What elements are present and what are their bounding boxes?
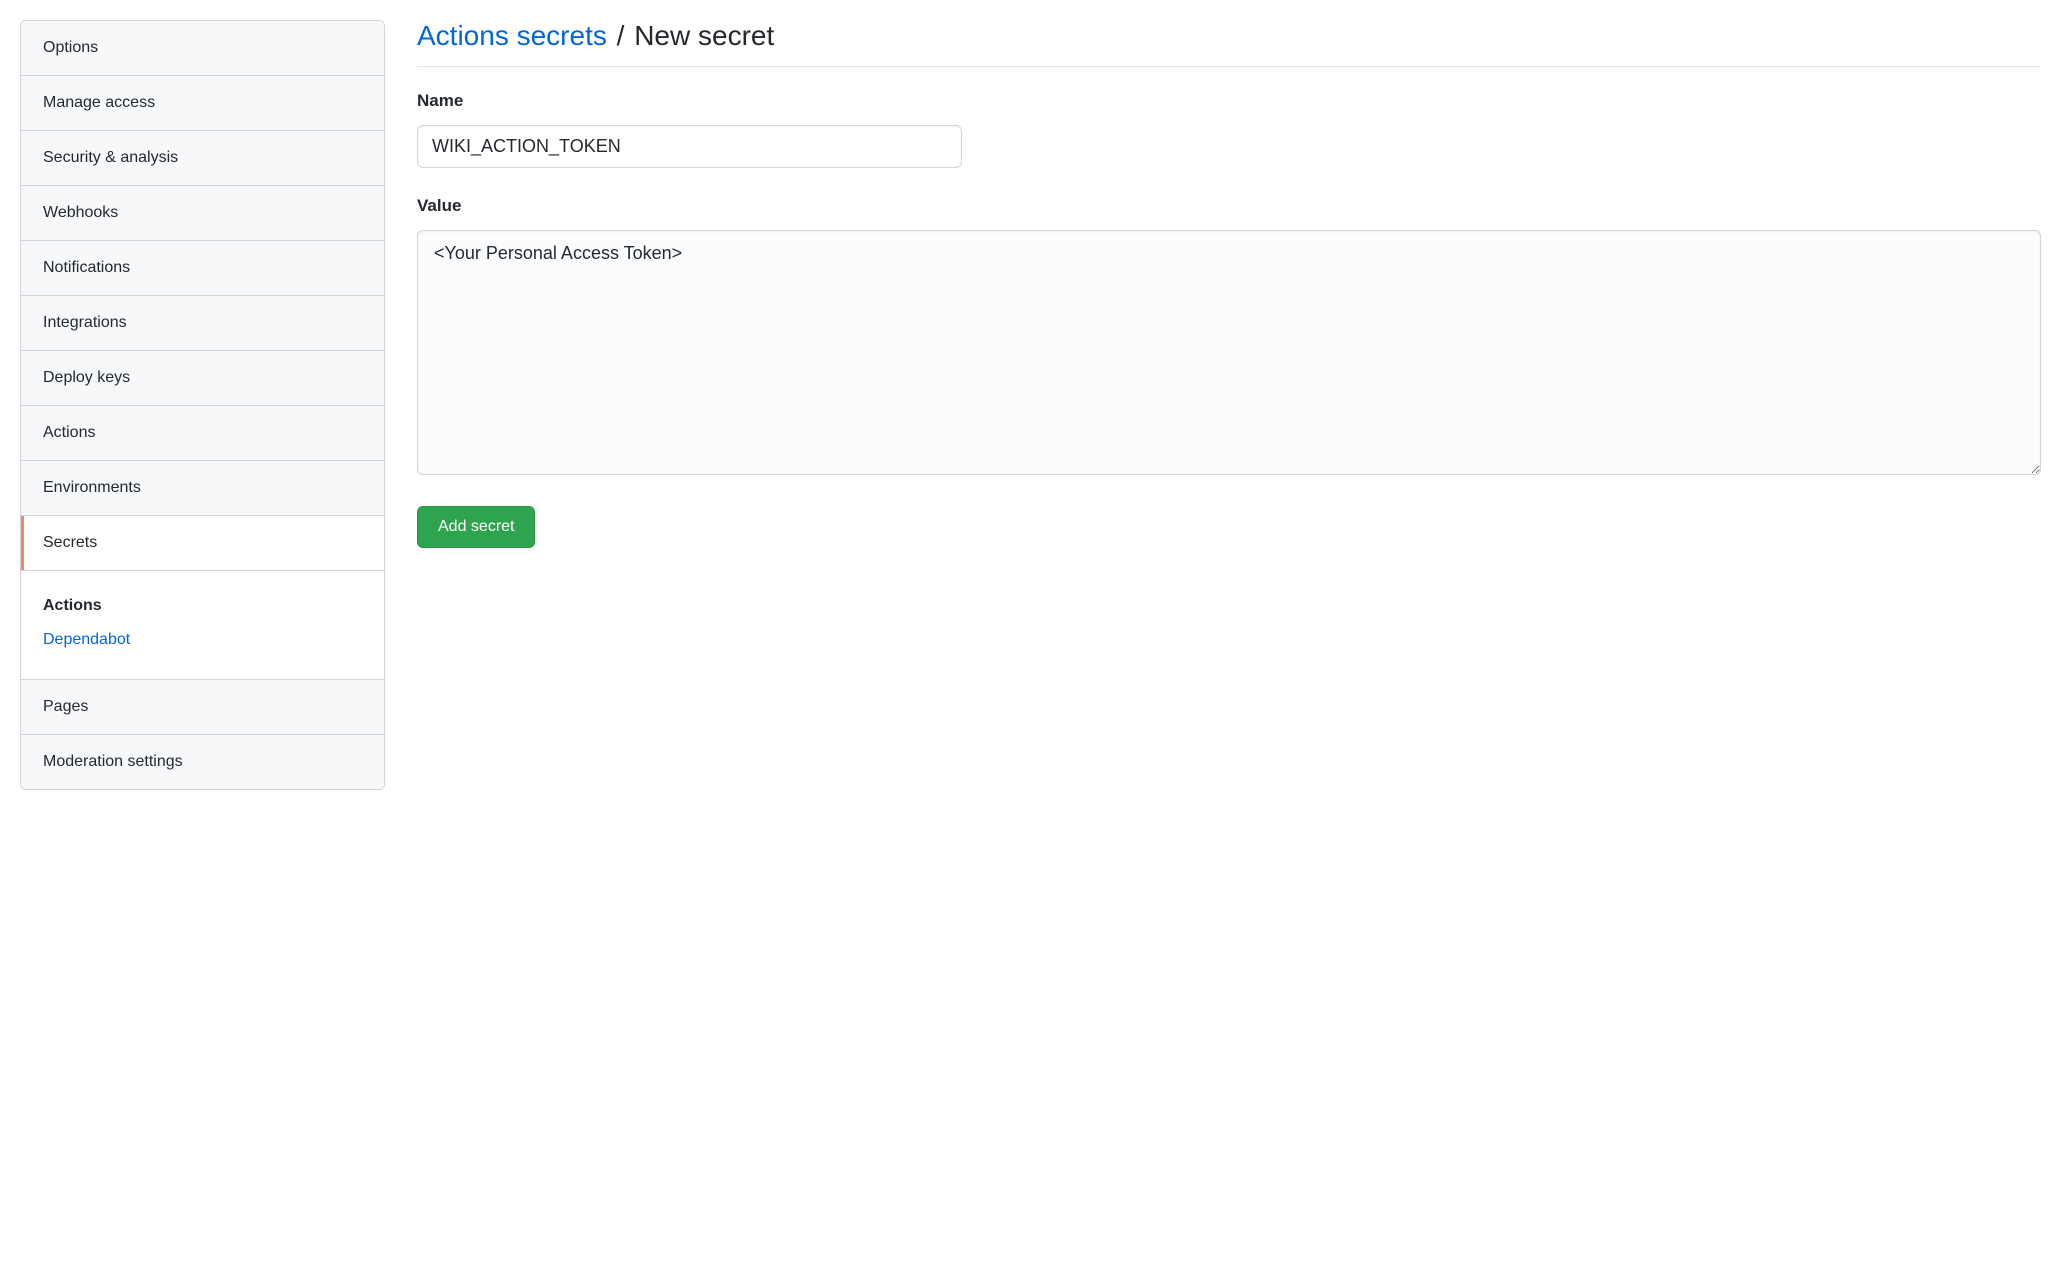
value-label: Value (417, 196, 2041, 216)
breadcrumb-actions-secrets-link[interactable]: Actions secrets (417, 20, 607, 51)
add-secret-button[interactable]: Add secret (417, 506, 535, 548)
sidebar-item-actions[interactable]: Actions (21, 406, 384, 461)
submenu-item-dependabot[interactable]: Dependabot (43, 623, 362, 657)
secrets-submenu: Actions Dependabot (21, 571, 384, 680)
settings-sidebar: Options Manage access Security & analysi… (20, 20, 385, 790)
breadcrumb: Actions secrets / New secret (417, 20, 2041, 67)
sidebar-item-security-analysis[interactable]: Security & analysis (21, 131, 384, 186)
sidebar-item-environments[interactable]: Environments (21, 461, 384, 516)
sidebar-item-integrations[interactable]: Integrations (21, 296, 384, 351)
sidebar-item-options[interactable]: Options (21, 21, 384, 76)
sidebar-item-webhooks[interactable]: Webhooks (21, 186, 384, 241)
sidebar-item-manage-access[interactable]: Manage access (21, 76, 384, 131)
sidebar-item-moderation-settings[interactable]: Moderation settings (21, 735, 384, 789)
main-content: Actions secrets / New secret Name Value … (417, 20, 2041, 790)
secret-name-input[interactable] (417, 125, 962, 168)
page-title: New secret (634, 20, 774, 51)
sidebar-item-pages[interactable]: Pages (21, 680, 384, 735)
secret-value-textarea[interactable] (417, 230, 2041, 475)
submenu-item-actions[interactable]: Actions (43, 589, 362, 623)
sidebar-item-deploy-keys[interactable]: Deploy keys (21, 351, 384, 406)
sidebar-item-notifications[interactable]: Notifications (21, 241, 384, 296)
sidebar-item-secrets[interactable]: Secrets (21, 516, 384, 571)
breadcrumb-separator: / (615, 20, 627, 51)
name-label: Name (417, 91, 2041, 111)
